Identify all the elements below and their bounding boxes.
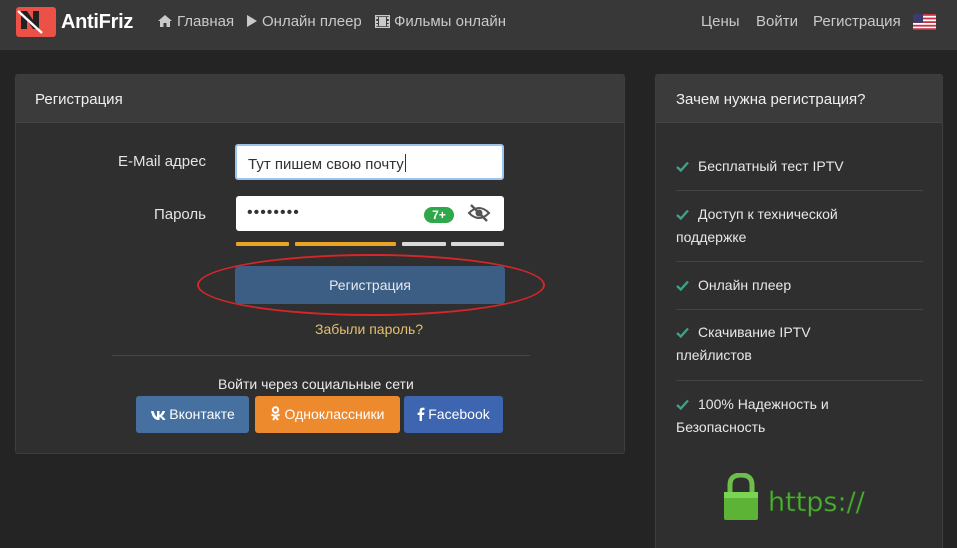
- why-item: Онлайн плеер: [676, 274, 923, 297]
- top-navbar: AntiFriz Главная Онлайн плеер Фильмы онл…: [0, 0, 957, 50]
- ok-icon: [271, 406, 281, 421]
- why-register-title: Зачем нужна регистрация?: [656, 75, 942, 123]
- vk-icon: [151, 411, 166, 420]
- check-icon: [676, 399, 689, 411]
- home-icon: [158, 15, 172, 27]
- check-icon: [676, 327, 689, 339]
- why-item-text-line2: Безопасность: [676, 419, 766, 435]
- register-submit-button[interactable]: Регистрация: [235, 266, 505, 304]
- facebook-login-label: Facebook: [428, 406, 490, 422]
- facebook-icon: [417, 407, 425, 421]
- nav-home[interactable]: Главная: [157, 13, 234, 30]
- email-label: E-Mail адрес: [118, 153, 206, 170]
- why-item-text: Доступ к технической: [698, 206, 838, 222]
- vk-login-label: Вконтакте: [169, 406, 235, 422]
- check-icon: [676, 209, 689, 221]
- ok-login-button[interactable]: Одноклассники: [255, 396, 400, 433]
- why-item-text: Скачивание IPTV: [698, 324, 811, 340]
- text-caret: [404, 154, 406, 172]
- nav-movies-online-label: Фильмы онлайн: [394, 13, 506, 30]
- nav-home-label: Главная: [177, 13, 235, 30]
- social-login-title: Войти через социальные сети: [218, 376, 414, 392]
- divider: [676, 380, 923, 381]
- why-item: Доступ к технической поддержке: [676, 203, 923, 249]
- https-text: https://: [768, 487, 866, 518]
- why-item-text-line2: поддержке: [676, 229, 747, 245]
- nav-online-player[interactable]: Онлайн плеер: [246, 13, 362, 30]
- why-item-text: Бесплатный тест IPTV: [698, 158, 844, 174]
- forgot-password-link[interactable]: Забыли пароль?: [315, 321, 423, 337]
- strength-bar-1: [236, 242, 289, 246]
- divider: [676, 261, 923, 262]
- why-item: Скачивание IPTV плейлистов: [676, 321, 923, 367]
- why-item-text-line2: плейлистов: [676, 347, 752, 363]
- vk-login-button[interactable]: Вконтакте: [136, 396, 249, 433]
- divider: [112, 355, 530, 356]
- password-field-value: ••••••••: [247, 204, 300, 221]
- strength-bar-2: [295, 242, 348, 246]
- nav-register[interactable]: Регистрация: [813, 13, 901, 30]
- why-item: 100% Надежность и Безопасность: [676, 393, 923, 439]
- film-icon: [374, 14, 391, 29]
- https-lock-icon: https://: [724, 473, 866, 520]
- nav-movies-online[interactable]: Фильмы онлайн: [374, 13, 506, 30]
- why-register-panel: Зачем нужна регистрация? Бесплатный тест…: [655, 74, 943, 548]
- why-item: Бесплатный тест IPTV: [676, 155, 923, 178]
- why-item-text: 100% Надежность и: [698, 396, 829, 412]
- us-flag-icon[interactable]: [913, 14, 936, 30]
- email-field[interactable]: Тут пишем свою почту: [235, 144, 504, 180]
- logo-icon[interactable]: [16, 7, 56, 37]
- play-icon: [247, 15, 257, 27]
- registration-panel: Регистрация E-Mail адрес Тут пишем свою …: [15, 74, 625, 454]
- strength-bar-3: [343, 242, 396, 246]
- ok-login-label: Одноклассники: [284, 406, 385, 422]
- strength-bar-5: [451, 242, 504, 246]
- password-field[interactable]: •••••••• 7+: [236, 196, 504, 231]
- password-label: Пароль: [153, 206, 206, 223]
- divider: [676, 309, 923, 310]
- why-item-text: Онлайн плеер: [698, 277, 792, 293]
- password-strength-badge: 7+: [424, 207, 454, 223]
- registration-panel-title: Регистрация: [16, 75, 624, 123]
- check-icon: [676, 161, 689, 173]
- facebook-login-button[interactable]: Facebook: [404, 396, 503, 433]
- eye-slash-icon[interactable]: [467, 203, 491, 223]
- logo-text[interactable]: AntiFriz: [61, 11, 133, 34]
- check-icon: [676, 280, 689, 292]
- divider: [676, 190, 923, 191]
- nav-online-player-label: Онлайн плеер: [262, 13, 362, 30]
- nav-prices[interactable]: Цены: [701, 13, 740, 30]
- strength-bar-4: [402, 242, 446, 246]
- nav-login[interactable]: Войти: [756, 13, 798, 30]
- email-field-value: Тут пишем свою почту: [248, 156, 404, 173]
